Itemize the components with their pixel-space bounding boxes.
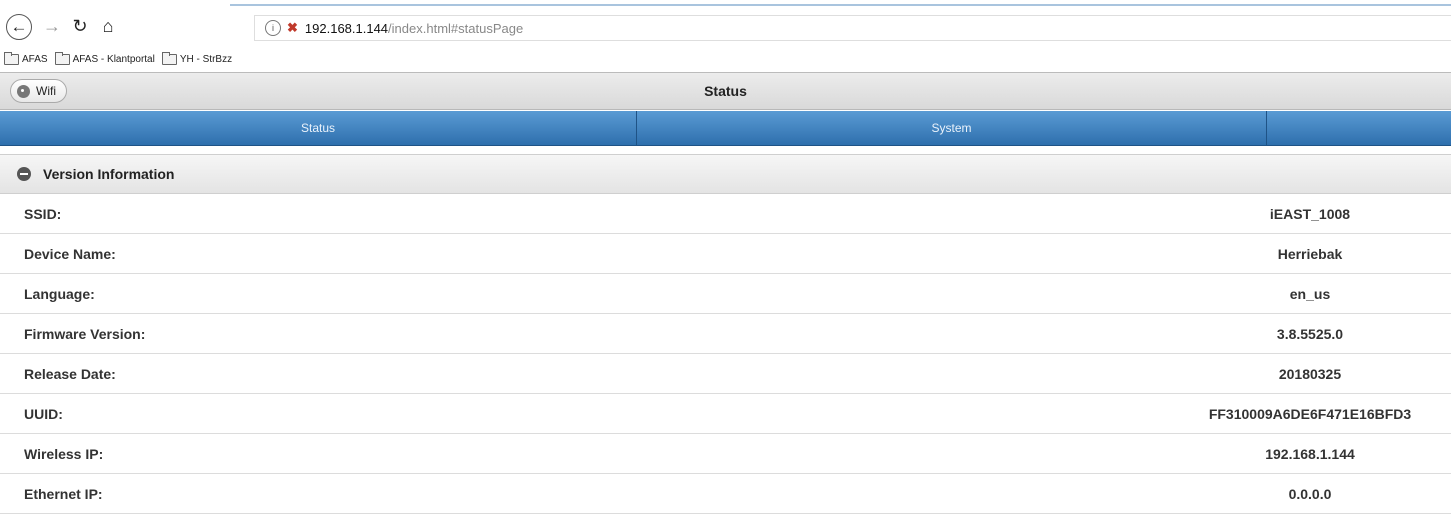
- bookmark-label: AFAS - Klantportal: [72, 53, 155, 65]
- folder-icon: [54, 51, 70, 65]
- page-title: Status: [704, 83, 747, 99]
- bookmark-afas[interactable]: AFAS: [4, 51, 48, 65]
- wifi-button-label: Wifi: [36, 84, 56, 98]
- info-label: UUID:: [24, 405, 63, 422]
- info-row-firmware-version: Firmware Version: 3.8.5525.0: [0, 314, 1451, 354]
- info-icon[interactable]: i: [265, 20, 281, 36]
- info-label: Release Date:: [24, 365, 116, 382]
- info-row-wireless-ip: Wireless IP: 192.168.1.144: [0, 434, 1451, 474]
- info-value: 20180325: [1278, 365, 1342, 382]
- info-row-language: Language: en_us: [0, 274, 1451, 314]
- home-icon[interactable]: ⌂: [94, 12, 122, 40]
- bookmark-label: AFAS: [22, 53, 48, 65]
- version-info-list: SSID: iEAST_1008 Device Name: Herriebak …: [0, 194, 1451, 514]
- info-label: Wireless IP:: [24, 445, 104, 462]
- bookmarks-bar: AFAS AFAS - Klantportal YH - StrBzz: [0, 48, 1451, 70]
- app-header: Status Wifi: [0, 72, 1451, 110]
- reload-icon[interactable]: ↻: [66, 12, 94, 40]
- info-value: 192.168.1.144: [1265, 445, 1355, 462]
- info-value: 3.8.5525.0: [1276, 325, 1344, 342]
- tab-strip-line: [230, 4, 1451, 6]
- forward-icon[interactable]: →: [38, 12, 66, 40]
- info-row-device-name: Device Name: Herriebak: [0, 234, 1451, 274]
- info-value: 0.0.0.0: [1288, 485, 1332, 502]
- back-icon[interactable]: ←: [6, 14, 32, 40]
- url-host: 192.168.1.144: [304, 20, 389, 36]
- info-value: en_us: [1289, 285, 1331, 302]
- collapse-minus-icon[interactable]: [17, 167, 31, 181]
- bookmark-label: YH - StrBzz: [179, 53, 233, 65]
- bookmark-yh-strbzz[interactable]: YH - StrBzz: [161, 51, 233, 65]
- info-row-ssid: SSID: iEAST_1008: [0, 194, 1451, 234]
- tab-system[interactable]: System: [637, 111, 1267, 145]
- folder-icon: [161, 51, 177, 65]
- info-row-uuid: UUID: FF310009A6DE6F471E16BFD3: [0, 394, 1451, 434]
- version-information-header[interactable]: Version Information: [0, 154, 1451, 194]
- info-value: Herriebak: [1277, 245, 1343, 262]
- address-bar[interactable]: i ✖ 192.168.1.144/index.html#statusPage: [254, 15, 1451, 41]
- info-label: Language:: [24, 285, 95, 302]
- info-value: iEAST_1008: [1269, 205, 1351, 222]
- tab-status[interactable]: Status: [0, 111, 637, 145]
- section-title: Version Information: [43, 166, 175, 182]
- browser-toolbar: ← → ↻ ⌂ i ✖ 192.168.1.144/index.html#sta…: [0, 0, 1451, 46]
- info-row-ethernet-ip: Ethernet IP: 0.0.0.0: [0, 474, 1451, 514]
- info-row-release-date: Release Date: 20180325: [0, 354, 1451, 394]
- info-label: SSID:: [24, 205, 62, 222]
- folder-icon: [4, 51, 19, 65]
- insecure-lock-icon[interactable]: ✖: [287, 20, 298, 36]
- bookmark-afas-klantportal[interactable]: AFAS - Klantportal: [54, 51, 155, 65]
- info-value: FF310009A6DE6F471E16BFD3: [1208, 405, 1412, 422]
- wifi-home-button[interactable]: Wifi: [10, 79, 67, 103]
- info-label: Ethernet IP:: [24, 485, 103, 502]
- info-label: Device Name:: [24, 245, 116, 262]
- tab-extra[interactable]: [1267, 111, 1451, 145]
- info-label: Firmware Version:: [24, 325, 146, 342]
- navbar: Status System: [0, 111, 1451, 146]
- url-path: /index.html#statusPage: [388, 20, 524, 36]
- home-circle-icon: [17, 84, 30, 98]
